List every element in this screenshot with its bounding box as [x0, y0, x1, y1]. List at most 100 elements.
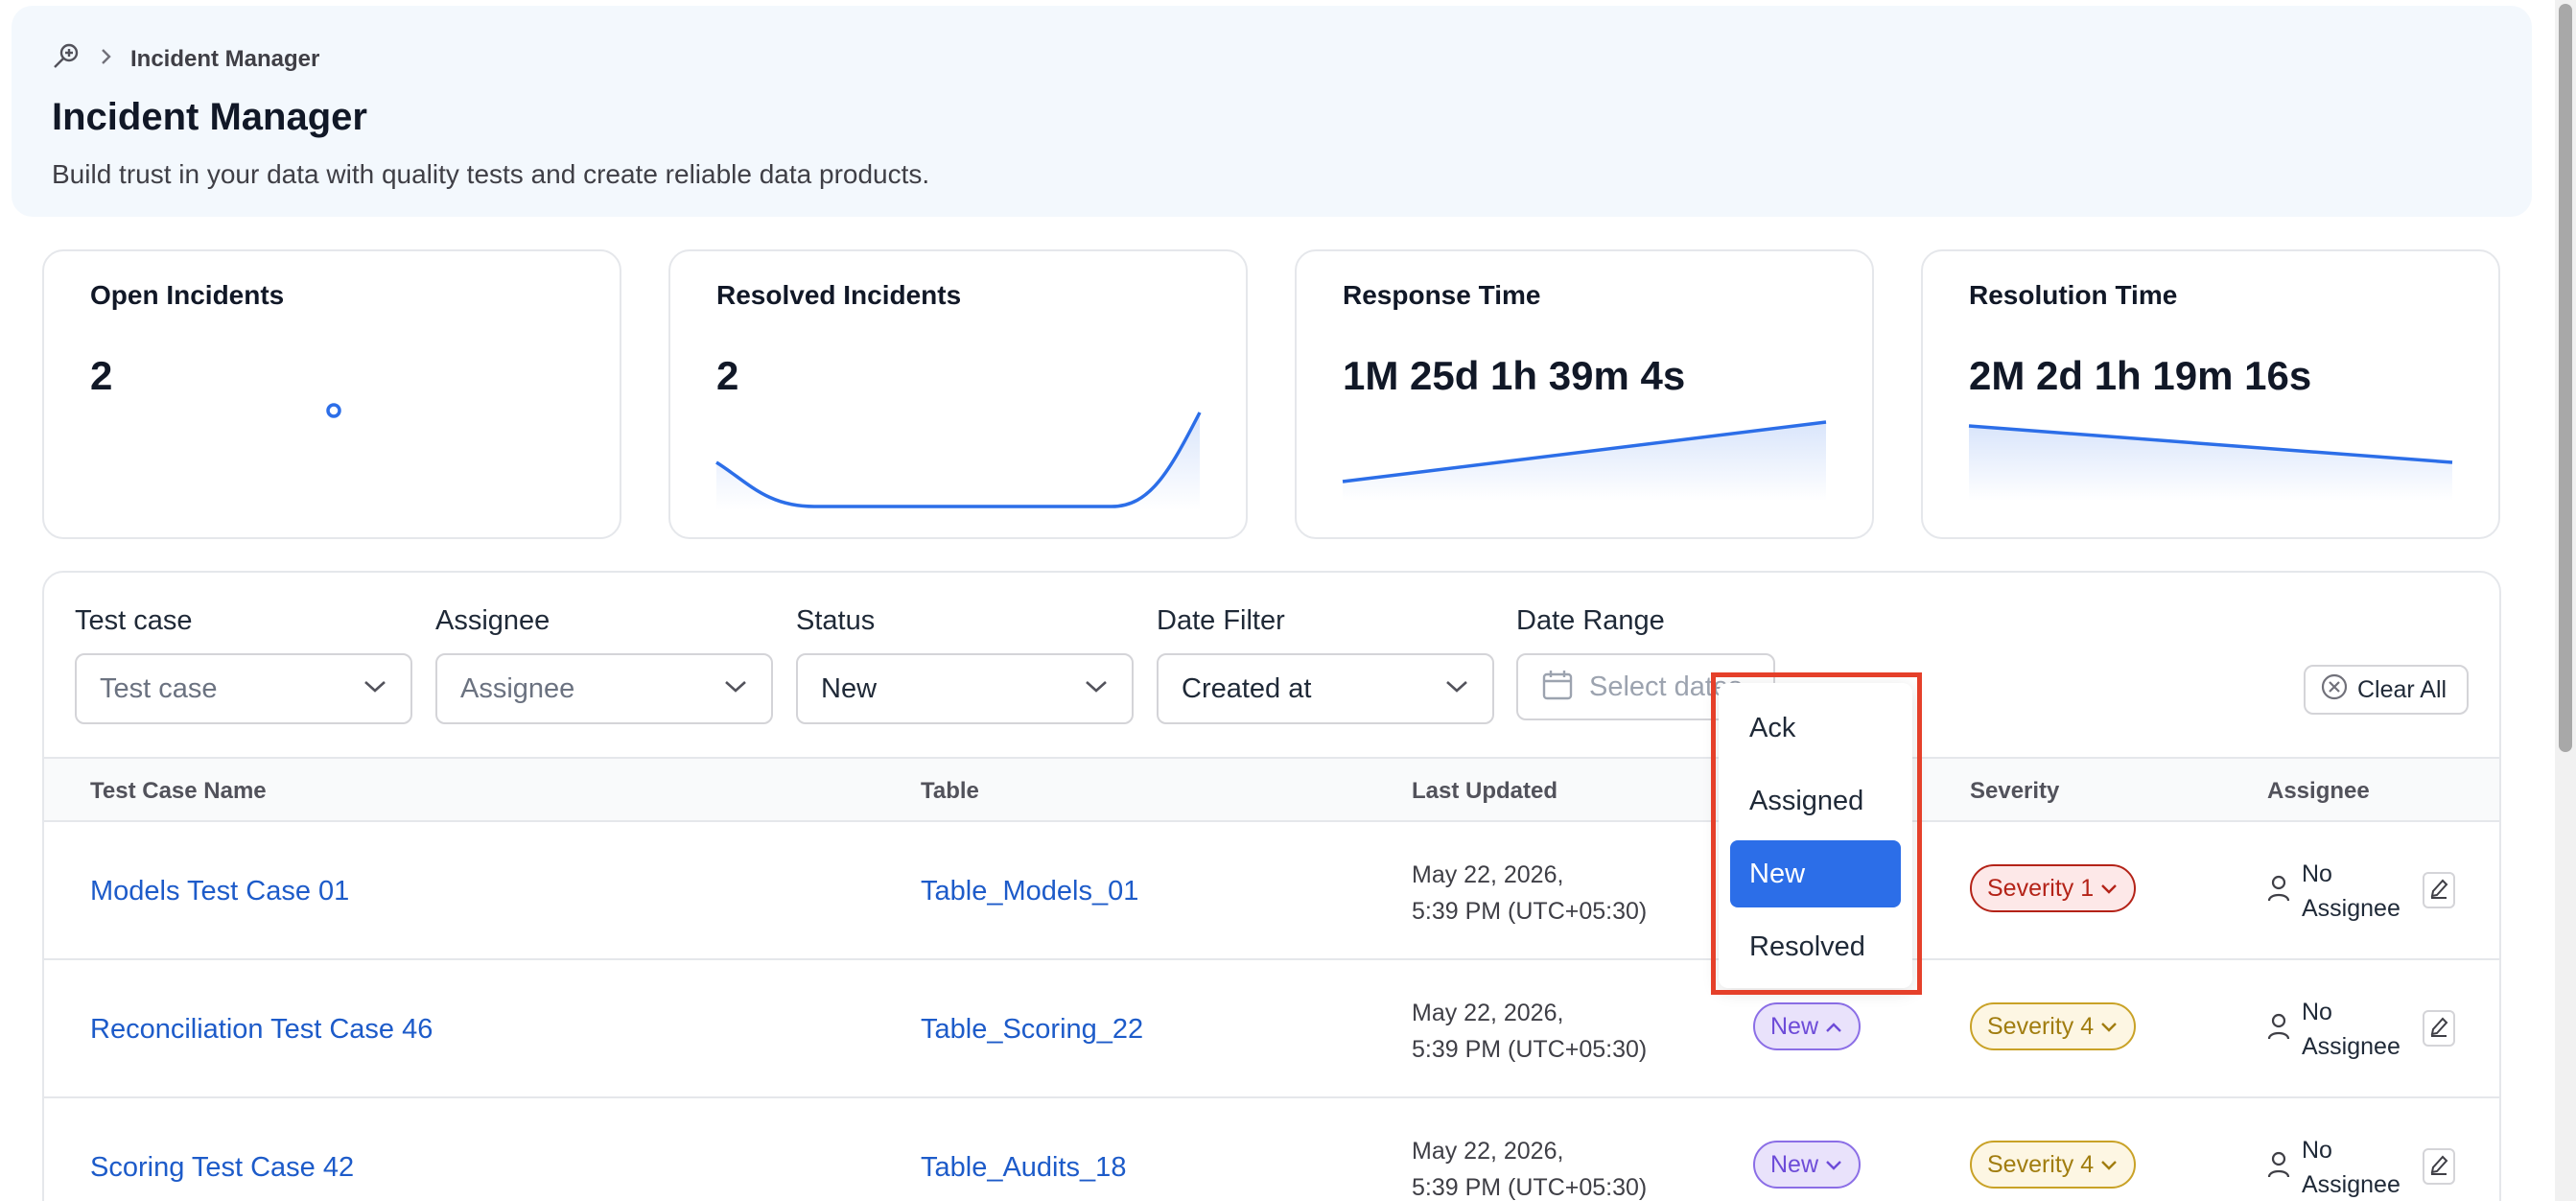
- assignee-cell: No Assignee: [2267, 1133, 2400, 1201]
- assignee-line: Assignee: [2302, 1171, 2400, 1198]
- assignee-line: No: [2302, 999, 2332, 1025]
- assignee-line: Assignee: [2302, 895, 2400, 922]
- test-case-name-link[interactable]: Scoring Test Case 42: [90, 1152, 354, 1184]
- chevron-down-icon: [1444, 679, 1469, 699]
- table-row: Scoring Test Case 42 Table_Audits_18 May…: [44, 1098, 2499, 1201]
- assignee-select[interactable]: Assignee: [435, 653, 773, 724]
- close-circle-icon: [2321, 673, 2348, 707]
- test-case-name-link[interactable]: Reconciliation Test Case 46: [90, 1014, 433, 1046]
- table-row: Models Test Case 01 Table_Models_01 May …: [44, 822, 2499, 960]
- table-row: Reconciliation Test Case 46 Table_Scorin…: [44, 960, 2499, 1098]
- column-header-test-case-name[interactable]: Test Case Name: [90, 778, 267, 805]
- assignee-cell: No Assignee: [2267, 995, 2400, 1064]
- chevron-down-icon: [1084, 679, 1109, 699]
- last-updated-date: May 22, 2026,: [1412, 1138, 1564, 1165]
- open-incidents-sparkline: [326, 403, 341, 418]
- status-label: New: [1770, 1150, 1819, 1178]
- test-case-select[interactable]: Test case: [75, 653, 412, 724]
- pencil-icon: [2429, 878, 2448, 904]
- clear-all-label: Clear All: [2357, 675, 2447, 703]
- severity-label: Severity 4: [1987, 1150, 2095, 1178]
- column-header-severity[interactable]: Severity: [1970, 778, 2059, 805]
- assignee-name: No Assignee: [2302, 995, 2400, 1064]
- severity-badge[interactable]: Severity 4: [1970, 1002, 2137, 1050]
- chevron-right-icon: [100, 47, 113, 71]
- chevron-down-icon: [1824, 1151, 1843, 1179]
- clear-all-button[interactable]: Clear All: [2304, 665, 2469, 715]
- table-name-link[interactable]: Table_Models_01: [921, 876, 1138, 907]
- calendar-icon: [1541, 669, 1574, 706]
- scrollbar-thumb[interactable]: [2559, 4, 2572, 752]
- resolved-incidents-card: Resolved Incidents 2: [668, 249, 1248, 539]
- status-value: New: [821, 672, 878, 704]
- last-updated-time: 5:39 PM (UTC+05:30): [1412, 1036, 1648, 1063]
- incident-manager-page: Incident Manager Incident Manager Build …: [0, 0, 2576, 1201]
- assignee-name: No Assignee: [2302, 857, 2400, 926]
- status-label: New: [1770, 1012, 1819, 1040]
- last-updated-date: May 22, 2026,: [1412, 861, 1564, 888]
- table-header: Test Case Name Table Last Updated Severi…: [44, 757, 2499, 822]
- edit-assignee-button[interactable]: [2423, 872, 2455, 908]
- chevron-down-icon: [2099, 1013, 2119, 1041]
- date-filter-select[interactable]: Created at: [1157, 653, 1494, 724]
- incidents-panel: Test case Test case Assignee Assignee St…: [42, 571, 2501, 1201]
- chevron-down-icon: [363, 679, 387, 699]
- severity-label: Severity 1: [1987, 874, 2095, 902]
- pencil-icon: [2429, 1016, 2448, 1042]
- assignee-line: No: [2302, 1137, 2332, 1164]
- severity-badge[interactable]: Severity 1: [1970, 864, 2137, 912]
- last-updated-cell: May 22, 2026, 5:39 PM (UTC+05:30): [1412, 1133, 1647, 1201]
- severity-badge[interactable]: Severity 4: [1970, 1141, 2137, 1189]
- highlight-box: [1711, 672, 1922, 995]
- date-range-label: Date Range: [1516, 605, 1665, 636]
- column-header-table[interactable]: Table: [921, 778, 979, 805]
- assignee-line: Assignee: [2302, 1033, 2400, 1060]
- test-case-name-link[interactable]: Models Test Case 01: [90, 876, 349, 907]
- page-subtitle: Build trust in your data with quality te…: [52, 159, 930, 189]
- last-updated-date: May 22, 2026,: [1412, 1000, 1564, 1026]
- chevron-down-icon: [2099, 1151, 2119, 1179]
- status-badge[interactable]: New: [1753, 1141, 1862, 1189]
- assignee-name: No Assignee: [2302, 1133, 2400, 1201]
- column-header-assignee[interactable]: Assignee: [2267, 778, 2370, 805]
- user-icon: [2267, 857, 2290, 907]
- data-quality-icon[interactable]: [50, 40, 82, 78]
- table-name-link[interactable]: Table_Audits_18: [921, 1152, 1126, 1184]
- column-header-last-updated[interactable]: Last Updated: [1412, 778, 1557, 805]
- test-case-placeholder: Test case: [100, 672, 218, 704]
- page-title: Incident Manager: [52, 96, 367, 138]
- status-badge[interactable]: New: [1753, 1002, 1862, 1050]
- resolution-time-card: Resolution Time 2M 2d 1h 19m 16s: [1921, 249, 2500, 539]
- resolved-incidents-sparkline: [715, 412, 1202, 510]
- resolution-time-sparkline: [1968, 424, 2453, 501]
- user-icon: [2267, 995, 2290, 1046]
- chevron-down-icon: [2099, 875, 2119, 903]
- severity-label: Severity 4: [1987, 1012, 2095, 1040]
- assignee-cell: No Assignee: [2267, 857, 2400, 926]
- assignee-line: No: [2302, 860, 2332, 887]
- open-incidents-card: Open Incidents 2: [42, 249, 621, 539]
- edit-assignee-button[interactable]: [2423, 1010, 2455, 1047]
- user-icon: [2267, 1133, 2290, 1184]
- chevron-up-icon: [1824, 1013, 1843, 1041]
- chevron-down-icon: [723, 679, 748, 699]
- breadcrumb-current: Incident Manager: [130, 45, 320, 72]
- last-updated-time: 5:39 PM (UTC+05:30): [1412, 898, 1648, 925]
- last-updated-cell: May 22, 2026, 5:39 PM (UTC+05:30): [1412, 857, 1647, 930]
- date-filter-value: Created at: [1182, 672, 1312, 704]
- last-updated-cell: May 22, 2026, 5:39 PM (UTC+05:30): [1412, 995, 1647, 1068]
- page-header: Incident Manager Incident Manager Build …: [12, 6, 2532, 217]
- table-name-link[interactable]: Table_Scoring_22: [921, 1014, 1143, 1046]
- pencil-icon: [2429, 1154, 2448, 1180]
- assignee-placeholder: Assignee: [460, 672, 575, 704]
- edit-assignee-button[interactable]: [2423, 1148, 2455, 1185]
- status-select[interactable]: New: [796, 653, 1134, 724]
- response-time-sparkline: [1342, 420, 1827, 501]
- response-time-card: Response Time 1M 25d 1h 39m 4s: [1295, 249, 1874, 539]
- test-case-filter-label: Test case: [75, 605, 193, 636]
- last-updated-time: 5:39 PM (UTC+05:30): [1412, 1174, 1648, 1201]
- breadcrumb: Incident Manager: [50, 40, 319, 78]
- status-filter-label: Status: [796, 605, 876, 636]
- date-filter-label: Date Filter: [1157, 605, 1285, 636]
- assignee-filter-label: Assignee: [435, 605, 550, 636]
